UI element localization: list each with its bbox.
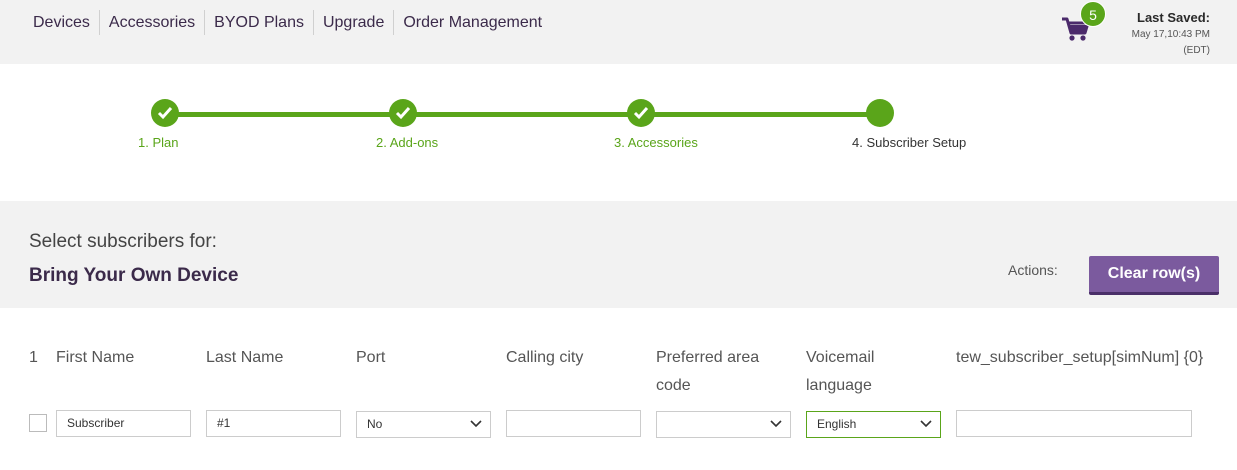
col-calling-city: Calling city <box>506 349 584 366</box>
step-1-complete-icon <box>151 99 179 127</box>
row-number: 1 <box>29 349 38 366</box>
chevron-down-icon <box>920 420 932 428</box>
step-2-label: 2. Add-ons <box>376 135 439 150</box>
last-saved-title: Last Saved: <box>1137 10 1210 25</box>
voicemail-language-value: English <box>817 417 857 431</box>
nav-upgrade[interactable]: Upgrade <box>312 10 393 35</box>
voicemail-language-select[interactable]: English <box>806 411 941 438</box>
port-select-value: No <box>367 417 383 431</box>
cart-count-badge[interactable]: 5 <box>1080 1 1106 27</box>
step-3-label: 3. Accessories <box>614 135 698 150</box>
col-last-name: Last Name <box>206 349 284 366</box>
nav-accessories[interactable]: Accessories <box>98 10 204 35</box>
last-saved-date: May 17,10:43 PM <box>1131 29 1210 40</box>
nav-order-management[interactable]: Order Management <box>393 10 551 35</box>
progress-stepper: 1. Plan 2. Add-ons 3. Accessories 4. Sub… <box>0 64 1237 201</box>
preferred-area-code-select[interactable] <box>656 411 791 438</box>
step-2-complete-icon <box>389 99 417 127</box>
sim-num-input[interactable] <box>956 410 1192 437</box>
last-saved: Last Saved: May 17,10:43 PM (EDT) <box>1132 10 1210 56</box>
step-1-label: 1. Plan <box>138 135 179 150</box>
col-first-name: First Name <box>56 349 135 366</box>
main-nav: Devices Accessories BYOD Plans Upgrade O… <box>24 10 551 35</box>
top-bar: Devices Accessories BYOD Plans Upgrade O… <box>0 0 1237 64</box>
stepper-progress-line <box>165 112 880 117</box>
step-4-current-icon <box>866 99 894 127</box>
chevron-down-icon <box>470 420 482 428</box>
calling-city-input[interactable] <box>506 410 641 437</box>
clear-rows-button[interactable]: Clear row(s) <box>1089 256 1219 295</box>
col-port: Port <box>356 349 386 366</box>
nav-byod-plans[interactable]: BYOD Plans <box>204 10 313 35</box>
step-3-complete-icon <box>627 99 655 127</box>
row-select-checkbox[interactable] <box>29 414 47 432</box>
col-sim-num: tew_subscriber_setup[simNum] {0} <box>956 349 1204 366</box>
subscriber-prompt: Select subscribers for: <box>29 231 217 252</box>
plan-name: Bring Your Own Device <box>29 265 239 286</box>
step-4-label: 4. Subscriber Setup <box>852 135 967 150</box>
last-name-input[interactable]: #1 <box>206 410 341 437</box>
port-select[interactable]: No <box>356 411 491 438</box>
actions-label: Actions: <box>1008 262 1058 278</box>
col-preferred-area-code: Preferred area code <box>656 349 760 394</box>
chevron-down-icon <box>770 420 782 428</box>
nav-devices[interactable]: Devices <box>24 10 99 35</box>
first-name-input[interactable]: Subscriber <box>56 410 191 437</box>
col-voicemail-language: Voicemail language <box>806 349 875 394</box>
last-saved-timezone: (EDT) <box>1183 45 1210 56</box>
subscriber-header: Select subscribers for: Bring Your Own D… <box>0 201 1237 308</box>
